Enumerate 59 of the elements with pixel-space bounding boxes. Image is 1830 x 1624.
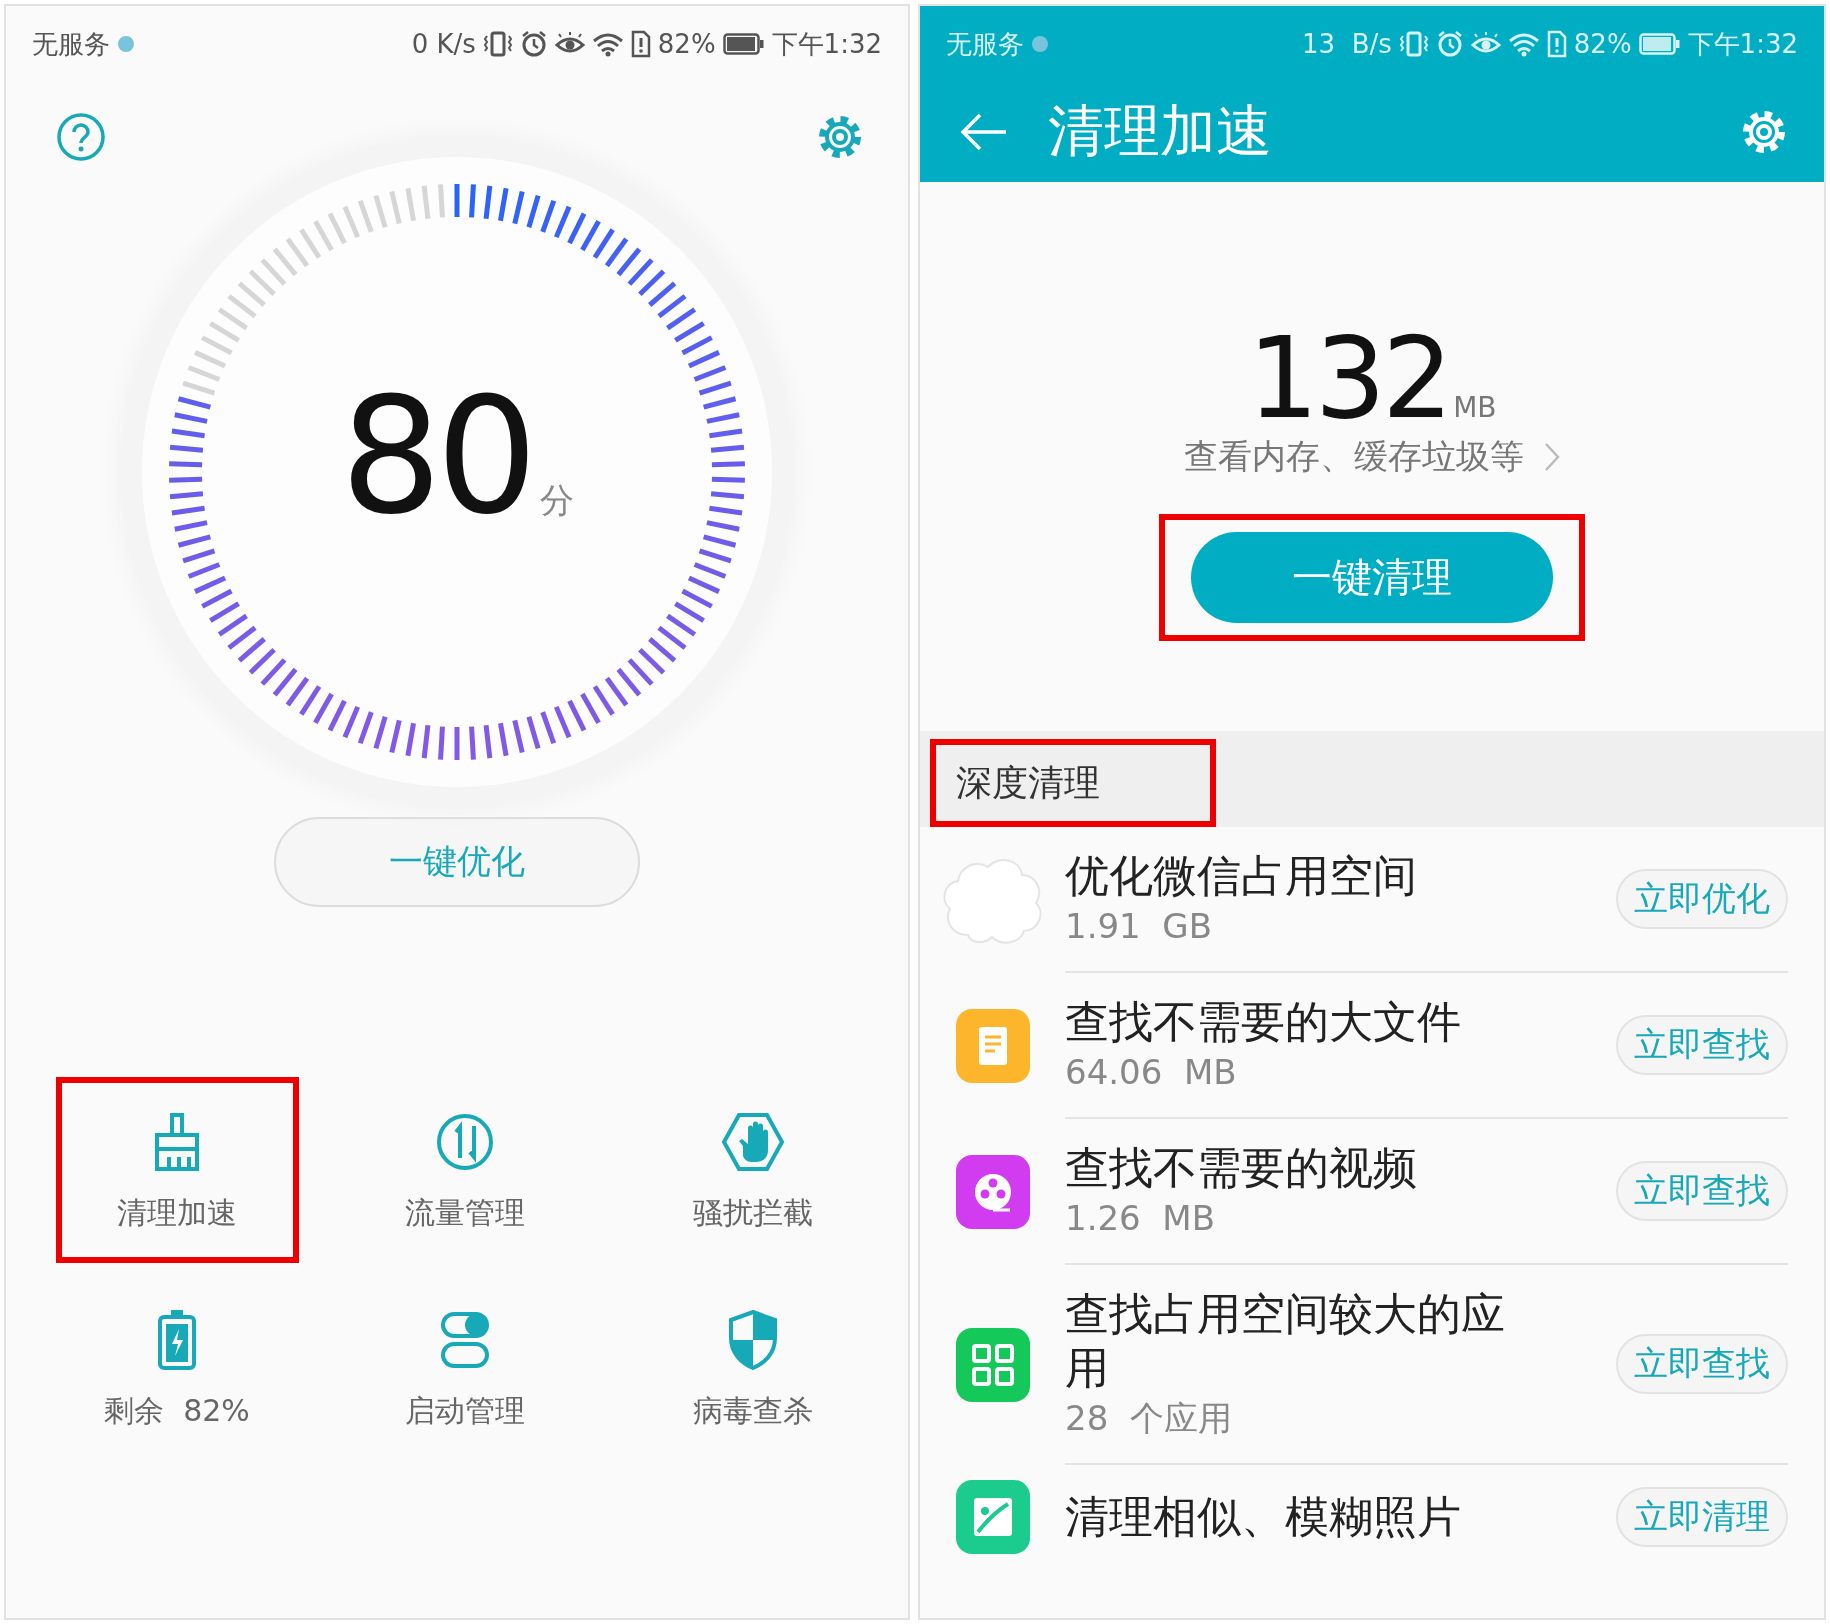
wifi-icon <box>1507 31 1540 57</box>
item-size: 28 个应用 <box>1065 1397 1233 1440</box>
settings-icon[interactable] <box>1740 108 1788 156</box>
settings-icon[interactable] <box>816 113 864 161</box>
item-size: 1.26 MB <box>1065 1197 1216 1240</box>
battery-icon <box>722 33 765 55</box>
network-speed: 0 K/s <box>411 29 476 59</box>
apps-grid-icon <box>955 1328 1030 1402</box>
action-button[interactable]: 立即优化 <box>1616 869 1788 929</box>
back-icon[interactable] <box>960 112 1008 152</box>
network-speed: 13 B/s <box>1302 29 1392 59</box>
tool-tile[interactable]: 病毒查杀 <box>631 1275 875 1461</box>
image-icon <box>955 1480 1030 1554</box>
action-button[interactable]: 立即查找 <box>1616 1161 1788 1221</box>
traffic-icon <box>435 1112 495 1172</box>
score-unit: 分 <box>539 479 574 522</box>
item-size: 64.06 MB <box>1065 1051 1238 1094</box>
clock: 下午1:32 <box>771 27 882 61</box>
tool-tile[interactable]: 流量管理 <box>343 1077 587 1263</box>
item-title: 查找占用空间较大的应用 <box>1065 1287 1506 1395</box>
carrier-text: 无服务 <box>946 27 1024 61</box>
toggle-icon <box>440 1311 490 1369</box>
battery-percent: 82% <box>1573 29 1632 59</box>
sim-alert-icon <box>1546 30 1567 58</box>
optimize-button[interactable]: 一键优化 <box>274 817 640 907</box>
score-value: 80 <box>340 362 532 552</box>
details-link[interactable]: 查看内存、缓存垃圾等 <box>1184 434 1560 480</box>
vibrate-icon <box>482 30 513 58</box>
vibrate-icon <box>1398 30 1429 58</box>
battery-percent: 82% <box>657 29 716 59</box>
junk-unit: MB <box>1453 391 1497 424</box>
junk-amount: 132 <box>1247 322 1450 434</box>
battery-charge-icon <box>157 1309 197 1371</box>
tool-tile[interactable]: 启动管理 <box>343 1275 587 1461</box>
item-title: 优化微信占用空间 <box>1065 849 1418 903</box>
wifi-icon <box>591 31 624 57</box>
help-icon[interactable] <box>56 112 106 162</box>
tool-tile[interactable]: 剩余 82% <box>55 1275 299 1461</box>
shield-icon <box>727 1310 779 1370</box>
action-button[interactable]: 立即查找 <box>1616 1015 1788 1075</box>
hand-block-icon <box>721 1112 785 1172</box>
item-size: 1.91 GB <box>1065 905 1213 948</box>
tool-tile[interactable]: 骚扰拦截 <box>631 1077 875 1263</box>
action-button[interactable]: 立即查找 <box>1616 1334 1788 1394</box>
document-icon <box>955 1009 1030 1083</box>
carrier-text: 无服务 <box>32 27 110 61</box>
sim-alert-icon <box>630 30 651 58</box>
chevron-icon <box>1544 442 1560 472</box>
section-title: 深度清理 <box>930 739 1216 827</box>
item-title: 查找不需要的视频 <box>1065 1141 1418 1195</box>
item-title: 清理相似、模糊照片 <box>1065 1490 1462 1544</box>
battery-icon <box>1638 33 1681 55</box>
clock: 下午1:32 <box>1687 27 1798 61</box>
action-button[interactable]: 立即清理 <box>1616 1487 1788 1547</box>
clean-button[interactable]: 一键清理 <box>1191 532 1553 623</box>
item-title: 查找不需要的大文件 <box>1065 995 1462 1049</box>
film-reel-icon <box>955 1155 1030 1229</box>
tool-tile[interactable]: 清理加速 <box>55 1077 299 1263</box>
page-title: 清理加速 <box>1048 97 1273 165</box>
